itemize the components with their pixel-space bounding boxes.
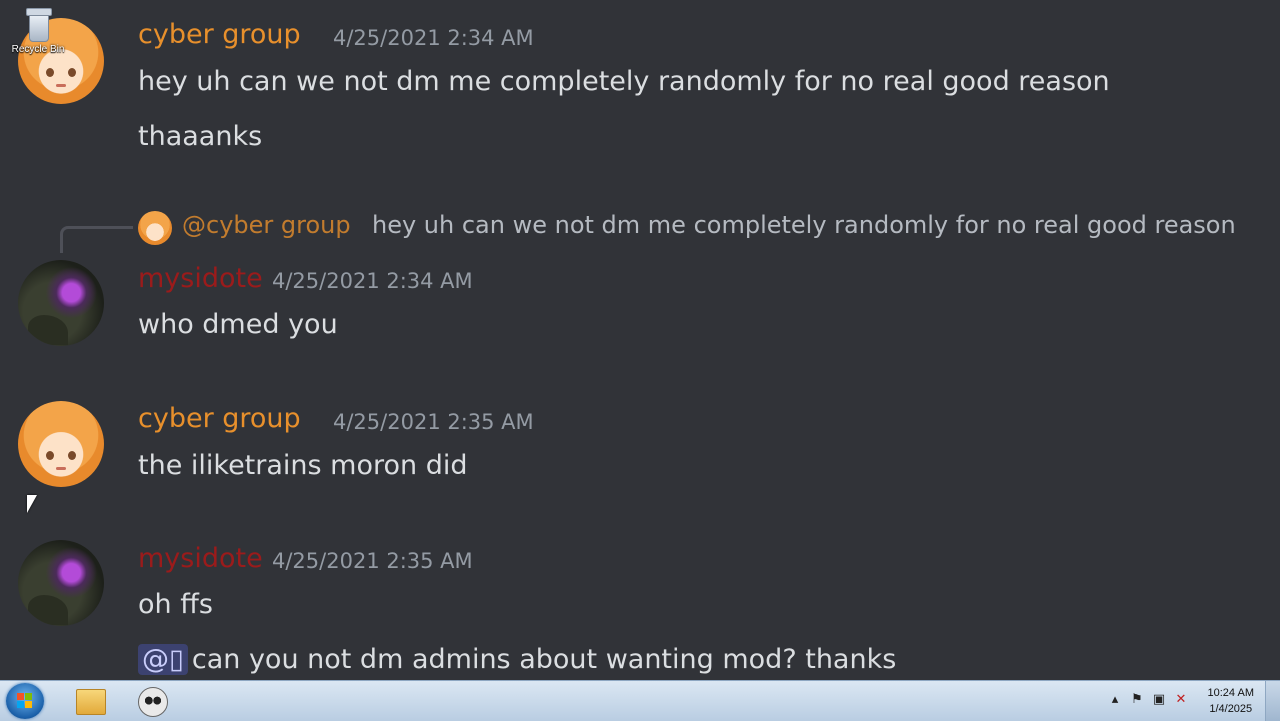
file-explorer-button[interactable] <box>64 683 114 719</box>
avatar[interactable] <box>18 401 104 487</box>
message-text: oh ffs <box>138 589 213 620</box>
message-timestamp: 4/25/2021 2:35 AM <box>333 410 534 434</box>
app-taskbar-button[interactable] <box>126 683 176 719</box>
message-author[interactable]: mysidote <box>138 543 263 574</box>
show-desktop-button[interactable] <box>1265 681 1280 721</box>
recycle-bin-label: Recycle Bin <box>11 44 65 55</box>
recycle-bin[interactable]: Recycle Bin <box>6 6 70 55</box>
flag-icon[interactable]: ⚑ <box>1130 693 1144 707</box>
chat-view: Recycle Bin cyber group 4/25/2021 2:34 A… <box>0 0 1280 680</box>
raccoon-app-icon <box>138 687 168 717</box>
reply-mention[interactable]: @cyber group <box>182 211 351 239</box>
message-text: who dmed you <box>138 309 338 340</box>
taskbar: ▴ ⚑ ▣ ✕ 10:24 AM 1/4/2025 <box>0 680 1280 721</box>
reply-avatar[interactable] <box>138 211 172 245</box>
recycle-bin-icon <box>24 6 52 42</box>
message-timestamp: 4/25/2021 2:34 AM <box>333 26 534 50</box>
message-text-with-mention: @▯ can you not dm admins about wanting mo… <box>138 644 896 675</box>
message-text: can you not dm admins about wanting mod?… <box>191 644 897 675</box>
avatar[interactable] <box>18 260 104 346</box>
message-author[interactable]: cyber group <box>138 403 301 434</box>
reply-connector <box>60 226 133 253</box>
message-author[interactable]: cyber group <box>138 19 301 50</box>
avatar[interactable] <box>18 540 104 626</box>
message-author[interactable]: mysidote <box>138 263 263 294</box>
clock-time: 10:24 AM <box>1207 687 1254 699</box>
clock-date: 1/4/2025 <box>1209 703 1253 715</box>
reply-preview-text[interactable]: hey uh can we not dm me completely rando… <box>372 211 1236 239</box>
user-mention[interactable]: @▯ <box>138 644 188 675</box>
message-text: the iliketrains moron did <box>138 450 468 481</box>
speaker-muted-icon[interactable]: ✕ <box>1174 693 1188 707</box>
system-tray: ▴ ⚑ ▣ ✕ 10:24 AM 1/4/2025 <box>1090 681 1280 721</box>
message-text: thaaanks <box>138 121 263 152</box>
message-timestamp: 4/25/2021 2:35 AM <box>272 549 473 573</box>
start-button[interactable] <box>6 683 44 719</box>
windows-logo-icon <box>17 693 33 709</box>
mouse-cursor-icon <box>27 495 37 513</box>
folder-icon <box>76 689 106 715</box>
network-icon[interactable]: ▣ <box>1152 693 1166 707</box>
clock[interactable]: 10:24 AM 1/4/2025 <box>1208 685 1254 717</box>
message-timestamp: 4/25/2021 2:34 AM <box>272 269 473 293</box>
chevron-up-icon[interactable]: ▴ <box>1108 693 1122 707</box>
message-text: hey uh can we not dm me completely rando… <box>138 66 1110 97</box>
